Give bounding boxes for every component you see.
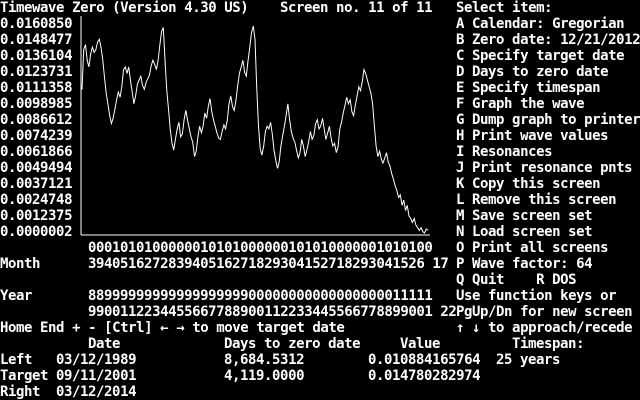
y-tick-label: 0.0012375: [0, 208, 73, 224]
y-tick-label: 0.0086612: [0, 112, 73, 128]
y-tick-label: 0.0061866: [0, 144, 73, 160]
col-header-value: Value: [400, 336, 441, 352]
menu-hint-function-keys: Use function keys or: [456, 288, 617, 304]
year-digits-row-1: 8899999999999999999900000000000000000011…: [88, 288, 433, 304]
col-header-timespan: Timespan:: [512, 336, 585, 352]
menu-item-resonances[interactable]: I Resonances: [456, 144, 553, 160]
menu-item-timespan[interactable]: E Specify timespan: [456, 80, 601, 96]
y-tick-label: 0.0037121: [0, 176, 73, 192]
row-label-right: Right: [0, 384, 41, 400]
menu-item-graph-wave[interactable]: F Graph the wave: [456, 96, 585, 112]
y-tick-label: 0.0160850: [0, 16, 73, 32]
year-label: Year: [0, 288, 33, 304]
y-tick-label: 0.0074239: [0, 128, 73, 144]
menu-hint-pgup-pgdn: PgUp/Dn for new screen: [456, 304, 633, 320]
axis-digits-row-1: 0001010100000010101000000101010000001010…: [88, 240, 433, 256]
left-value: 0.010884165764: [368, 352, 481, 368]
key-help: Home End + - [Ctrl] ← → to move target d…: [0, 320, 345, 336]
menu-item-print-wave[interactable]: H Print wave values: [456, 128, 609, 144]
y-tick-label: 0.0049494: [0, 160, 73, 176]
timewave-screen: Timewave Zero (Version 4.30 US) Screen n…: [0, 0, 640, 400]
menu-item-save-set[interactable]: M Save screen set: [456, 208, 593, 224]
col-header-days: Days to zero date: [224, 336, 361, 352]
target-value: 0.014780282974: [368, 368, 481, 384]
menu-item-load-set[interactable]: N Load screen set: [456, 224, 593, 240]
timespan-value: 25 years: [496, 352, 561, 368]
left-days: 8,684.5312: [224, 352, 305, 368]
menu-item-dump-graph[interactable]: G Dump graph to printer: [456, 112, 640, 128]
right-date: 03/12/2014: [56, 384, 137, 400]
menu-item-print-all[interactable]: O Print all screens: [456, 240, 609, 256]
target-days: 4,119.0000: [224, 368, 305, 384]
menu-item-wave-factor[interactable]: P Wave factor: 64: [456, 256, 593, 272]
row-label-target: Target: [0, 368, 49, 384]
month-label: Month: [0, 256, 41, 272]
menu-item-days-to-zero[interactable]: D Days to zero date: [456, 64, 609, 80]
y-tick-label: 0.0098985: [0, 96, 73, 112]
menu-item-quit-dos[interactable]: Q Quit R DOS: [456, 272, 577, 288]
left-date: 03/12/1989: [56, 352, 137, 368]
row-label-left: Left: [0, 352, 33, 368]
menu-heading: Select item:: [456, 0, 553, 16]
menu-item-calendar[interactable]: A Calendar: Gregorian: [456, 16, 625, 32]
menu-item-copy-screen[interactable]: K Copy this screen: [456, 176, 601, 192]
y-tick-label: 0.0148477: [0, 32, 73, 48]
y-tick-label: 0.0000002: [0, 224, 73, 240]
menu-item-target-date[interactable]: C Specify target date: [456, 48, 625, 64]
menu-item-print-resonance[interactable]: J Print resonance pnts: [456, 160, 633, 176]
menu-hint-approach-recede: ↑ ↓ to approach/recede: [456, 320, 633, 336]
y-tick-label: 0.0024748: [0, 192, 73, 208]
col-header-date: Date: [88, 336, 121, 352]
y-tick-label: 0.0123731: [0, 64, 73, 80]
target-date: 09/11/2001: [56, 368, 137, 384]
menu-item-zero-date[interactable]: B Zero date: 12/21/2012: [456, 32, 640, 48]
y-tick-label: 0.0136104: [0, 48, 73, 64]
menu-item-remove-screen[interactable]: L Remove this screen: [456, 192, 617, 208]
wave-line: [81, 25, 429, 234]
y-tick-label: 0.0111358: [0, 80, 73, 96]
month-digits: 3940516272839405162718293041527182930415…: [88, 256, 449, 272]
timewave-graph: [80, 16, 430, 236]
year-digits-row-2: 9900112234455667788900112233445566778899…: [88, 304, 457, 320]
